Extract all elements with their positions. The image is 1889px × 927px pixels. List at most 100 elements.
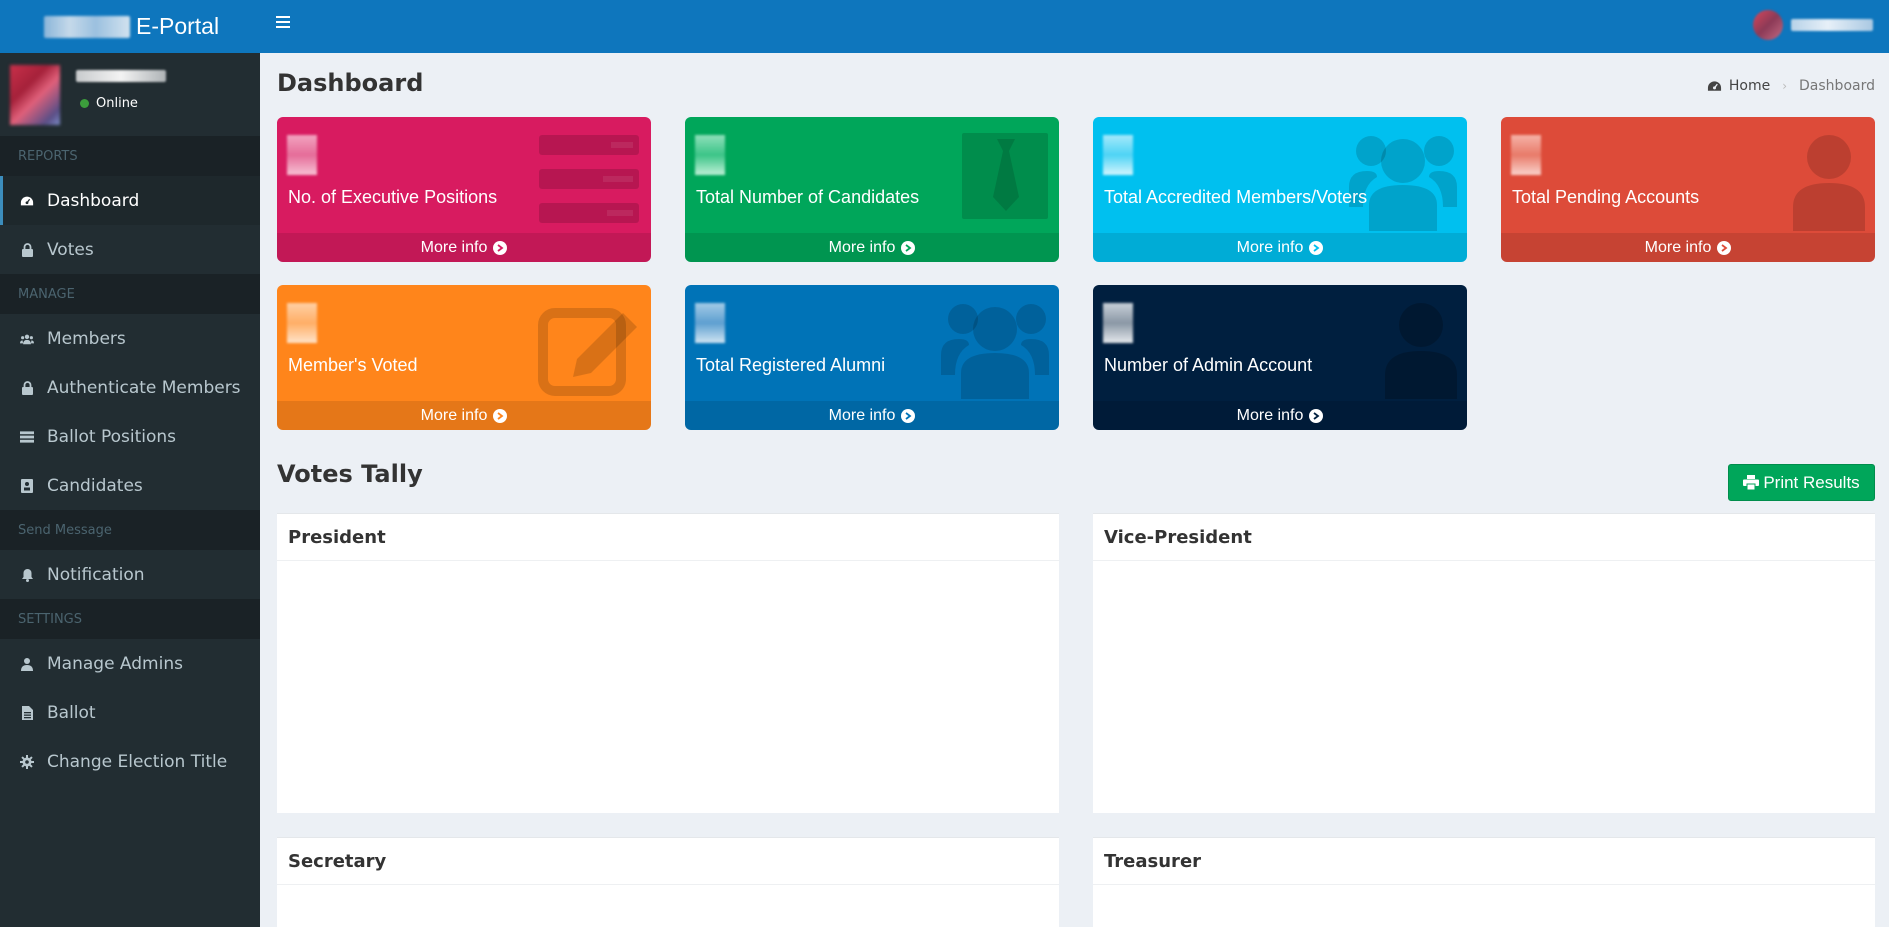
bell-icon [20,568,34,582]
more-info-link[interactable]: More info [1093,233,1467,262]
list-icon [533,127,641,231]
stat-label: Total Pending Accounts [1512,187,1700,207]
file-icon [20,705,34,720]
arrow-circle-right-icon [1309,240,1324,255]
logo-text: E-Portal [136,13,220,39]
sidebar: Online REPORTS Dashboard Votes MANAGE Me… [0,53,260,927]
more-info-link[interactable]: More info [277,233,651,262]
sidebar-item-dashboard[interactable]: Dashboard [0,176,260,225]
section-header-manage: MANAGE [0,274,260,314]
arrow-circle-right-icon [901,240,916,255]
sidebar-item-label: Manage Admins [47,653,183,674]
section-header-reports: REPORTS [0,136,260,176]
sidebar-item-votes[interactable]: Votes [0,225,260,274]
sidebar-item-label: Ballot Positions [47,426,177,447]
tie-icon [941,127,1049,231]
stat-box-executive-positions: No. of Executive Positions More info [277,117,651,262]
dashboard-icon [20,194,34,208]
sidebar-item-ballot[interactable]: Ballot [0,688,260,737]
user-avatar [10,65,60,125]
edit-icon [533,295,641,399]
more-info-label: More info [420,238,488,256]
logo[interactable]: E-Portal [0,0,260,53]
tally-panel-secretary: Secretary [277,837,1059,927]
stat-value-blurred [695,303,725,343]
panel-title: Vice-President [1093,514,1875,561]
tally-panel-president: President [277,513,1059,813]
sidebar-item-label: Votes [47,239,94,260]
more-info-label: More info [1644,238,1712,256]
stat-label: Member's Voted [288,355,418,375]
more-info-link[interactable]: More info [1501,233,1875,262]
sidebar-item-label: Authenticate Members [47,377,241,398]
section-header-settings: SETTINGS [0,599,260,639]
lock-icon [20,380,34,395]
page-title: Dashboard [277,69,424,97]
arrow-circle-right-icon [493,408,508,423]
sidebar-item-candidates[interactable]: Candidates [0,461,260,510]
panel-title: Secretary [277,838,1059,885]
menu-toggle-icon[interactable] [276,16,290,30]
lock-icon [20,242,34,257]
stat-value-blurred [1511,135,1541,175]
arrow-circle-right-icon [1309,408,1324,423]
more-info-link[interactable]: More info [685,233,1059,262]
breadcrumb-home[interactable]: Home [1707,78,1770,94]
users-icon [1349,127,1457,231]
arrow-circle-right-icon [901,408,916,423]
sidebar-item-label: Notification [47,564,145,585]
sidebar-item-change-election-title[interactable]: Change Election Title [0,737,260,786]
votes-tally-title: Votes Tally [277,460,423,488]
user-name-blurred [76,70,166,82]
stat-box-members-voted: Member's Voted More info [277,285,651,430]
sidebar-item-ballot-positions[interactable]: Ballot Positions [0,412,260,461]
more-info-link[interactable]: More info [1093,401,1467,430]
stat-label: Total Registered Alumni [696,355,886,375]
arrow-circle-right-icon [493,240,508,255]
print-results-label: Print Results [1763,472,1860,492]
users-icon [941,295,1049,399]
user-menu[interactable] [1753,10,1873,40]
status-indicator: Online [80,96,138,111]
more-info-link[interactable]: More info [277,401,651,430]
top-navbar: E-Portal [0,0,1889,53]
arrow-circle-right-icon [1717,240,1732,255]
tally-panel-vice-president: Vice-President [1093,513,1875,813]
more-info-label: More info [828,406,896,424]
sidebar-item-label: Dashboard [47,190,140,211]
stat-value-blurred [287,303,317,343]
breadcrumb-current: Dashboard [1799,78,1875,94]
breadcrumb-separator: › [1782,79,1788,93]
stat-label: Total Number of Candidates [696,187,920,207]
print-results-button[interactable]: Print Results [1728,464,1875,501]
online-dot-icon [80,99,89,108]
tally-panel-treasurer: Treasurer [1093,837,1875,927]
stat-box-admin-accounts: Number of Admin Account More info [1093,285,1467,430]
stat-label: Total Accredited Members/Voters [1104,187,1368,207]
panel-title: President [277,514,1059,561]
sidebar-item-authenticate-members[interactable]: Authenticate Members [0,363,260,412]
user-name-blurred [1791,19,1873,31]
tasks-icon [20,430,34,444]
user-icon [1349,295,1457,399]
sidebar-item-label: Ballot [47,702,96,723]
dashboard-icon [1707,81,1721,91]
status-text: Online [96,96,138,111]
section-header-send-message: Send Message [0,510,260,550]
sidebar-item-members[interactable]: Members [0,314,260,363]
print-icon [1743,475,1760,490]
stat-value-blurred [695,135,725,175]
breadcrumb: Home › Dashboard [1707,78,1875,94]
more-info-link[interactable]: More info [685,401,1059,430]
user-icon [1757,127,1865,231]
more-info-label: More info [420,406,488,424]
stat-label: Number of Admin Account [1104,355,1313,375]
more-info-label: More info [1236,406,1304,424]
stat-box-accredited-members: Total Accredited Members/Voters More inf… [1093,117,1467,262]
sidebar-item-notification[interactable]: Notification [0,550,260,599]
sidebar-item-manage-admins[interactable]: Manage Admins [0,639,260,688]
sidebar-item-label: Change Election Title [47,751,228,772]
more-info-label: More info [1236,238,1304,256]
stat-box-pending-accounts: Total Pending Accounts More info [1501,117,1875,262]
sidebar-item-label: Members [47,328,126,349]
